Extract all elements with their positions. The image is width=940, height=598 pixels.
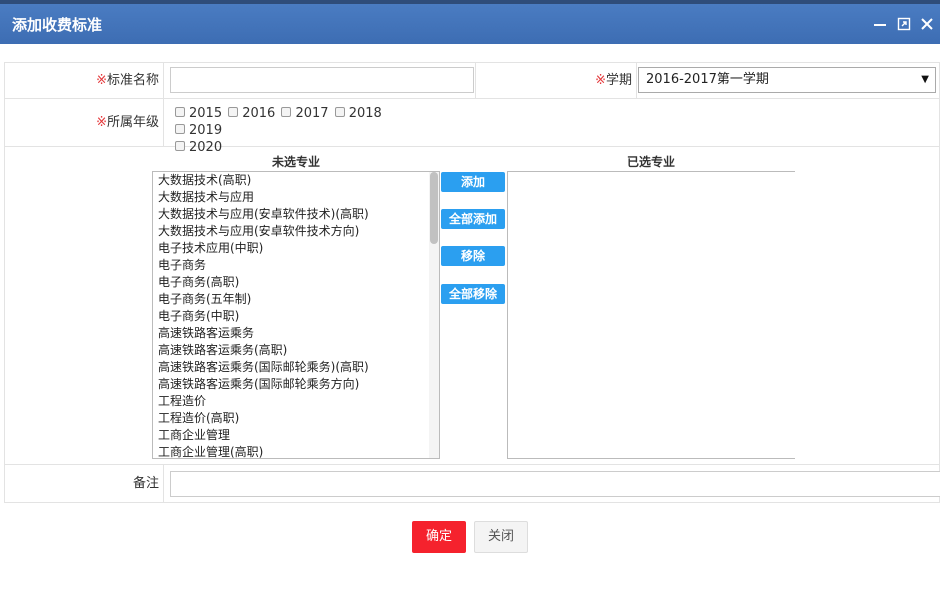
dialog-titlebar: 添加收费标准 xyxy=(0,0,940,44)
unselected-majors-title: 未选专业 xyxy=(271,155,320,169)
fee-standard-form: ※标准名称 ※学期 2016-2017第一学期 ▼ ※所属年级 2015 201… xyxy=(4,62,940,503)
list-item[interactable]: 高速铁路客运乘务 xyxy=(153,325,439,342)
row-remark: 备注 xyxy=(5,465,940,503)
required-mark: ※ xyxy=(96,73,107,88)
checkbox[interactable] xyxy=(334,107,345,117)
term-label: ※学期 xyxy=(475,63,637,98)
selected-majors-list[interactable] xyxy=(507,171,795,459)
grade-checkbox-item[interactable]: 2018 xyxy=(334,105,382,122)
grade-checkbox-item[interactable]: 2019 xyxy=(175,122,222,139)
checkbox[interactable] xyxy=(228,107,239,117)
selected-majors-title: 已选专业 xyxy=(626,155,675,169)
list-item[interactable]: 电子商务(高职) xyxy=(153,274,439,291)
list-scrollbar[interactable] xyxy=(429,172,439,458)
row-grade: ※所属年级 2015 2016 2017 2018 2019 2020 xyxy=(5,99,939,155)
list-item[interactable]: 工商企业管理(高职) xyxy=(153,444,439,458)
list-item[interactable]: 电子商务(五年制) xyxy=(153,291,439,308)
remark-label: 备注 xyxy=(5,465,164,503)
term-select-value: 2016-2017第一学期 xyxy=(646,72,769,87)
grade-label: ※所属年级 xyxy=(5,99,164,146)
name-label: ※标准名称 xyxy=(5,63,164,98)
list-item[interactable]: 工商企业管理 xyxy=(153,427,439,444)
list-item[interactable]: 大数据技术与应用(安卓软件技术方向) xyxy=(153,223,439,240)
list-item[interactable]: 工程造价(高职) xyxy=(153,410,439,427)
maximize-icon[interactable] xyxy=(896,16,912,32)
list-item[interactable]: 高速铁路客运乘务(国际邮轮乘务方向) xyxy=(153,376,439,393)
checkbox[interactable] xyxy=(175,124,185,134)
standard-name-input[interactable] xyxy=(170,67,474,93)
dropdown-arrow-icon: ▼ xyxy=(921,74,929,85)
remark-input[interactable] xyxy=(170,471,940,497)
required-mark: ※ xyxy=(96,115,107,130)
scrollbar-thumb[interactable] xyxy=(430,172,438,244)
add-button[interactable]: 添加 xyxy=(441,172,505,192)
add-all-button[interactable]: 全部添加 xyxy=(441,209,505,229)
remove-button[interactable]: 移除 xyxy=(441,246,505,266)
required-mark: ※ xyxy=(595,73,606,88)
checkbox[interactable] xyxy=(281,107,292,117)
checkbox[interactable] xyxy=(175,107,185,117)
list-item[interactable]: 高速铁路客运乘务(高职) xyxy=(153,342,439,359)
confirm-button[interactable]: 确定 xyxy=(412,521,466,553)
close-icon[interactable] xyxy=(919,16,935,32)
grade-checkbox-item[interactable]: 2017 xyxy=(281,105,329,122)
dialog-title: 添加收费标准 xyxy=(12,16,103,34)
close-button[interactable]: 关闭 xyxy=(474,521,528,553)
list-item[interactable]: 电子商务 xyxy=(153,257,439,274)
grade-checkbox-item[interactable]: 2016 xyxy=(228,105,275,122)
list-item[interactable]: 大数据技术(高职) xyxy=(153,172,439,189)
list-item[interactable]: 电子商务(中职) xyxy=(153,308,439,325)
row-name-term: ※标准名称 ※学期 2016-2017第一学期 ▼ xyxy=(5,63,939,99)
list-item[interactable]: 大数据技术与应用(安卓软件技术)(高职) xyxy=(153,206,439,223)
minimize-icon[interactable] xyxy=(872,16,888,32)
row-majors: 未选专业 已选专业 大数据技术(高职) 大数据技术与应用 大数据技术与应用(安卓… xyxy=(5,147,939,465)
unselected-majors-list[interactable]: 大数据技术(高职) 大数据技术与应用 大数据技术与应用(安卓软件技术)(高职) … xyxy=(152,171,440,459)
list-item[interactable]: 电子技术应用(中职) xyxy=(153,240,439,257)
term-select[interactable]: 2016-2017第一学期 ▼ xyxy=(638,67,936,93)
remove-all-button[interactable]: 全部移除 xyxy=(441,284,505,304)
grade-checkbox-item[interactable]: 2015 xyxy=(175,105,222,122)
list-item[interactable]: 高速铁路客运乘务(国际邮轮乘务)(高职) xyxy=(153,359,439,376)
list-item[interactable]: 工程造价 xyxy=(153,393,439,410)
list-item[interactable]: 大数据技术与应用 xyxy=(153,189,439,206)
